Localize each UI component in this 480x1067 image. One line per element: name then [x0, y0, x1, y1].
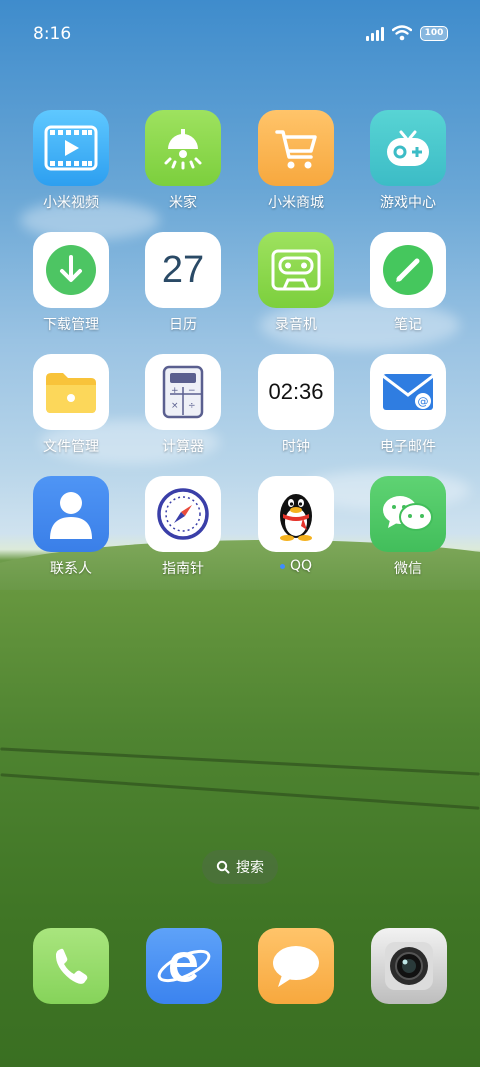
- search-button[interactable]: 搜索: [202, 850, 278, 884]
- folder-icon: [33, 354, 109, 430]
- mail-icon: @: [370, 354, 446, 430]
- app-contacts[interactable]: 联系人: [21, 476, 121, 578]
- message-icon: [273, 946, 319, 987]
- app-label: 文件管理: [43, 439, 99, 455]
- app-calculator[interactable]: + − × ÷ 计算器: [133, 354, 233, 456]
- app-file-manager[interactable]: 文件管理: [21, 354, 121, 456]
- app-game-center[interactable]: 游戏中心: [358, 110, 458, 212]
- svg-text:÷: ÷: [188, 401, 196, 411]
- app-compass[interactable]: 指南针: [133, 476, 233, 578]
- app-email[interactable]: @ 电子邮件: [358, 354, 458, 456]
- svg-text:−: −: [188, 386, 196, 396]
- dock-phone[interactable]: [33, 928, 109, 1004]
- calendar-icon: 27: [145, 232, 221, 308]
- app-download-manager[interactable]: 下载管理: [21, 232, 121, 334]
- app-label: 游戏中心: [380, 195, 436, 211]
- app-label: QQ: [246, 558, 346, 574]
- clock-icon: 02:36: [258, 354, 334, 430]
- battery-icon: 100: [420, 25, 448, 41]
- app-notes[interactable]: 笔记: [358, 232, 458, 334]
- cart-icon: [258, 110, 334, 186]
- lamp-icon: [145, 110, 221, 186]
- app-wechat[interactable]: 微信: [358, 476, 458, 578]
- gamepad-icon: [370, 110, 446, 186]
- browser-icon: [157, 949, 211, 983]
- clock-time: 8:16: [33, 24, 72, 44]
- app-calendar[interactable]: 27 日历: [133, 232, 233, 334]
- app-label: 指南针: [162, 561, 204, 577]
- calendar-date: 27: [161, 248, 205, 291]
- app-mijia[interactable]: 米家: [133, 110, 233, 212]
- new-indicator-dot: [279, 563, 285, 569]
- wifi-icon: [392, 25, 412, 41]
- svg-text:+: +: [171, 386, 179, 396]
- video-icon: [33, 110, 109, 186]
- clock-icon-time: 02:36: [268, 379, 324, 404]
- dock-camera[interactable]: [371, 928, 447, 1004]
- app-label: 日历: [169, 317, 197, 333]
- app-label: 录音机: [275, 317, 317, 333]
- svg-text:@: @: [418, 395, 429, 408]
- status-icons: 100: [366, 25, 448, 41]
- app-label: 小米商城: [268, 195, 324, 211]
- home-screen: 8:16 100 小米视频 米家 小米商城 游戏中心 下载管理 27 日历 录音…: [0, 0, 480, 1067]
- app-clock[interactable]: 02:36 时钟: [246, 354, 346, 456]
- app-label: 米家: [169, 195, 197, 211]
- pencil-icon: [370, 232, 446, 308]
- svg-text:×: ×: [171, 401, 179, 411]
- status-bar: 8:16 100: [0, 0, 480, 64]
- app-label: 小米视频: [43, 195, 99, 211]
- search-label: 搜索: [236, 860, 264, 876]
- app-recorder[interactable]: 录音机: [246, 232, 346, 334]
- dock-browser[interactable]: [146, 928, 222, 1004]
- compass-icon: [145, 476, 221, 552]
- dock-messages[interactable]: [258, 928, 334, 1004]
- search-icon: [216, 860, 230, 874]
- app-xiaomi-mall[interactable]: 小米商城: [246, 110, 346, 212]
- cassette-icon: [258, 232, 334, 308]
- app-label: 笔记: [394, 317, 422, 333]
- contact-icon: [33, 476, 109, 552]
- chat-bubbles-icon: [370, 476, 446, 552]
- app-label: 微信: [394, 561, 422, 577]
- app-label: 联系人: [50, 561, 92, 577]
- app-xiaomi-video[interactable]: 小米视频: [21, 110, 121, 212]
- app-label: 电子邮件: [380, 439, 436, 455]
- app-label: 下载管理: [43, 317, 99, 333]
- penguin-icon: [258, 476, 334, 552]
- phone-icon: [55, 948, 88, 984]
- app-label: 计算器: [162, 439, 204, 455]
- camera-icon: [385, 942, 433, 990]
- app-qq[interactable]: QQ: [246, 476, 346, 574]
- calculator-icon: + − × ÷: [145, 354, 221, 430]
- download-icon: [33, 232, 109, 308]
- app-label: 时钟: [282, 439, 310, 455]
- signal-icon: [366, 25, 384, 41]
- app-label-text: QQ: [289, 558, 313, 574]
